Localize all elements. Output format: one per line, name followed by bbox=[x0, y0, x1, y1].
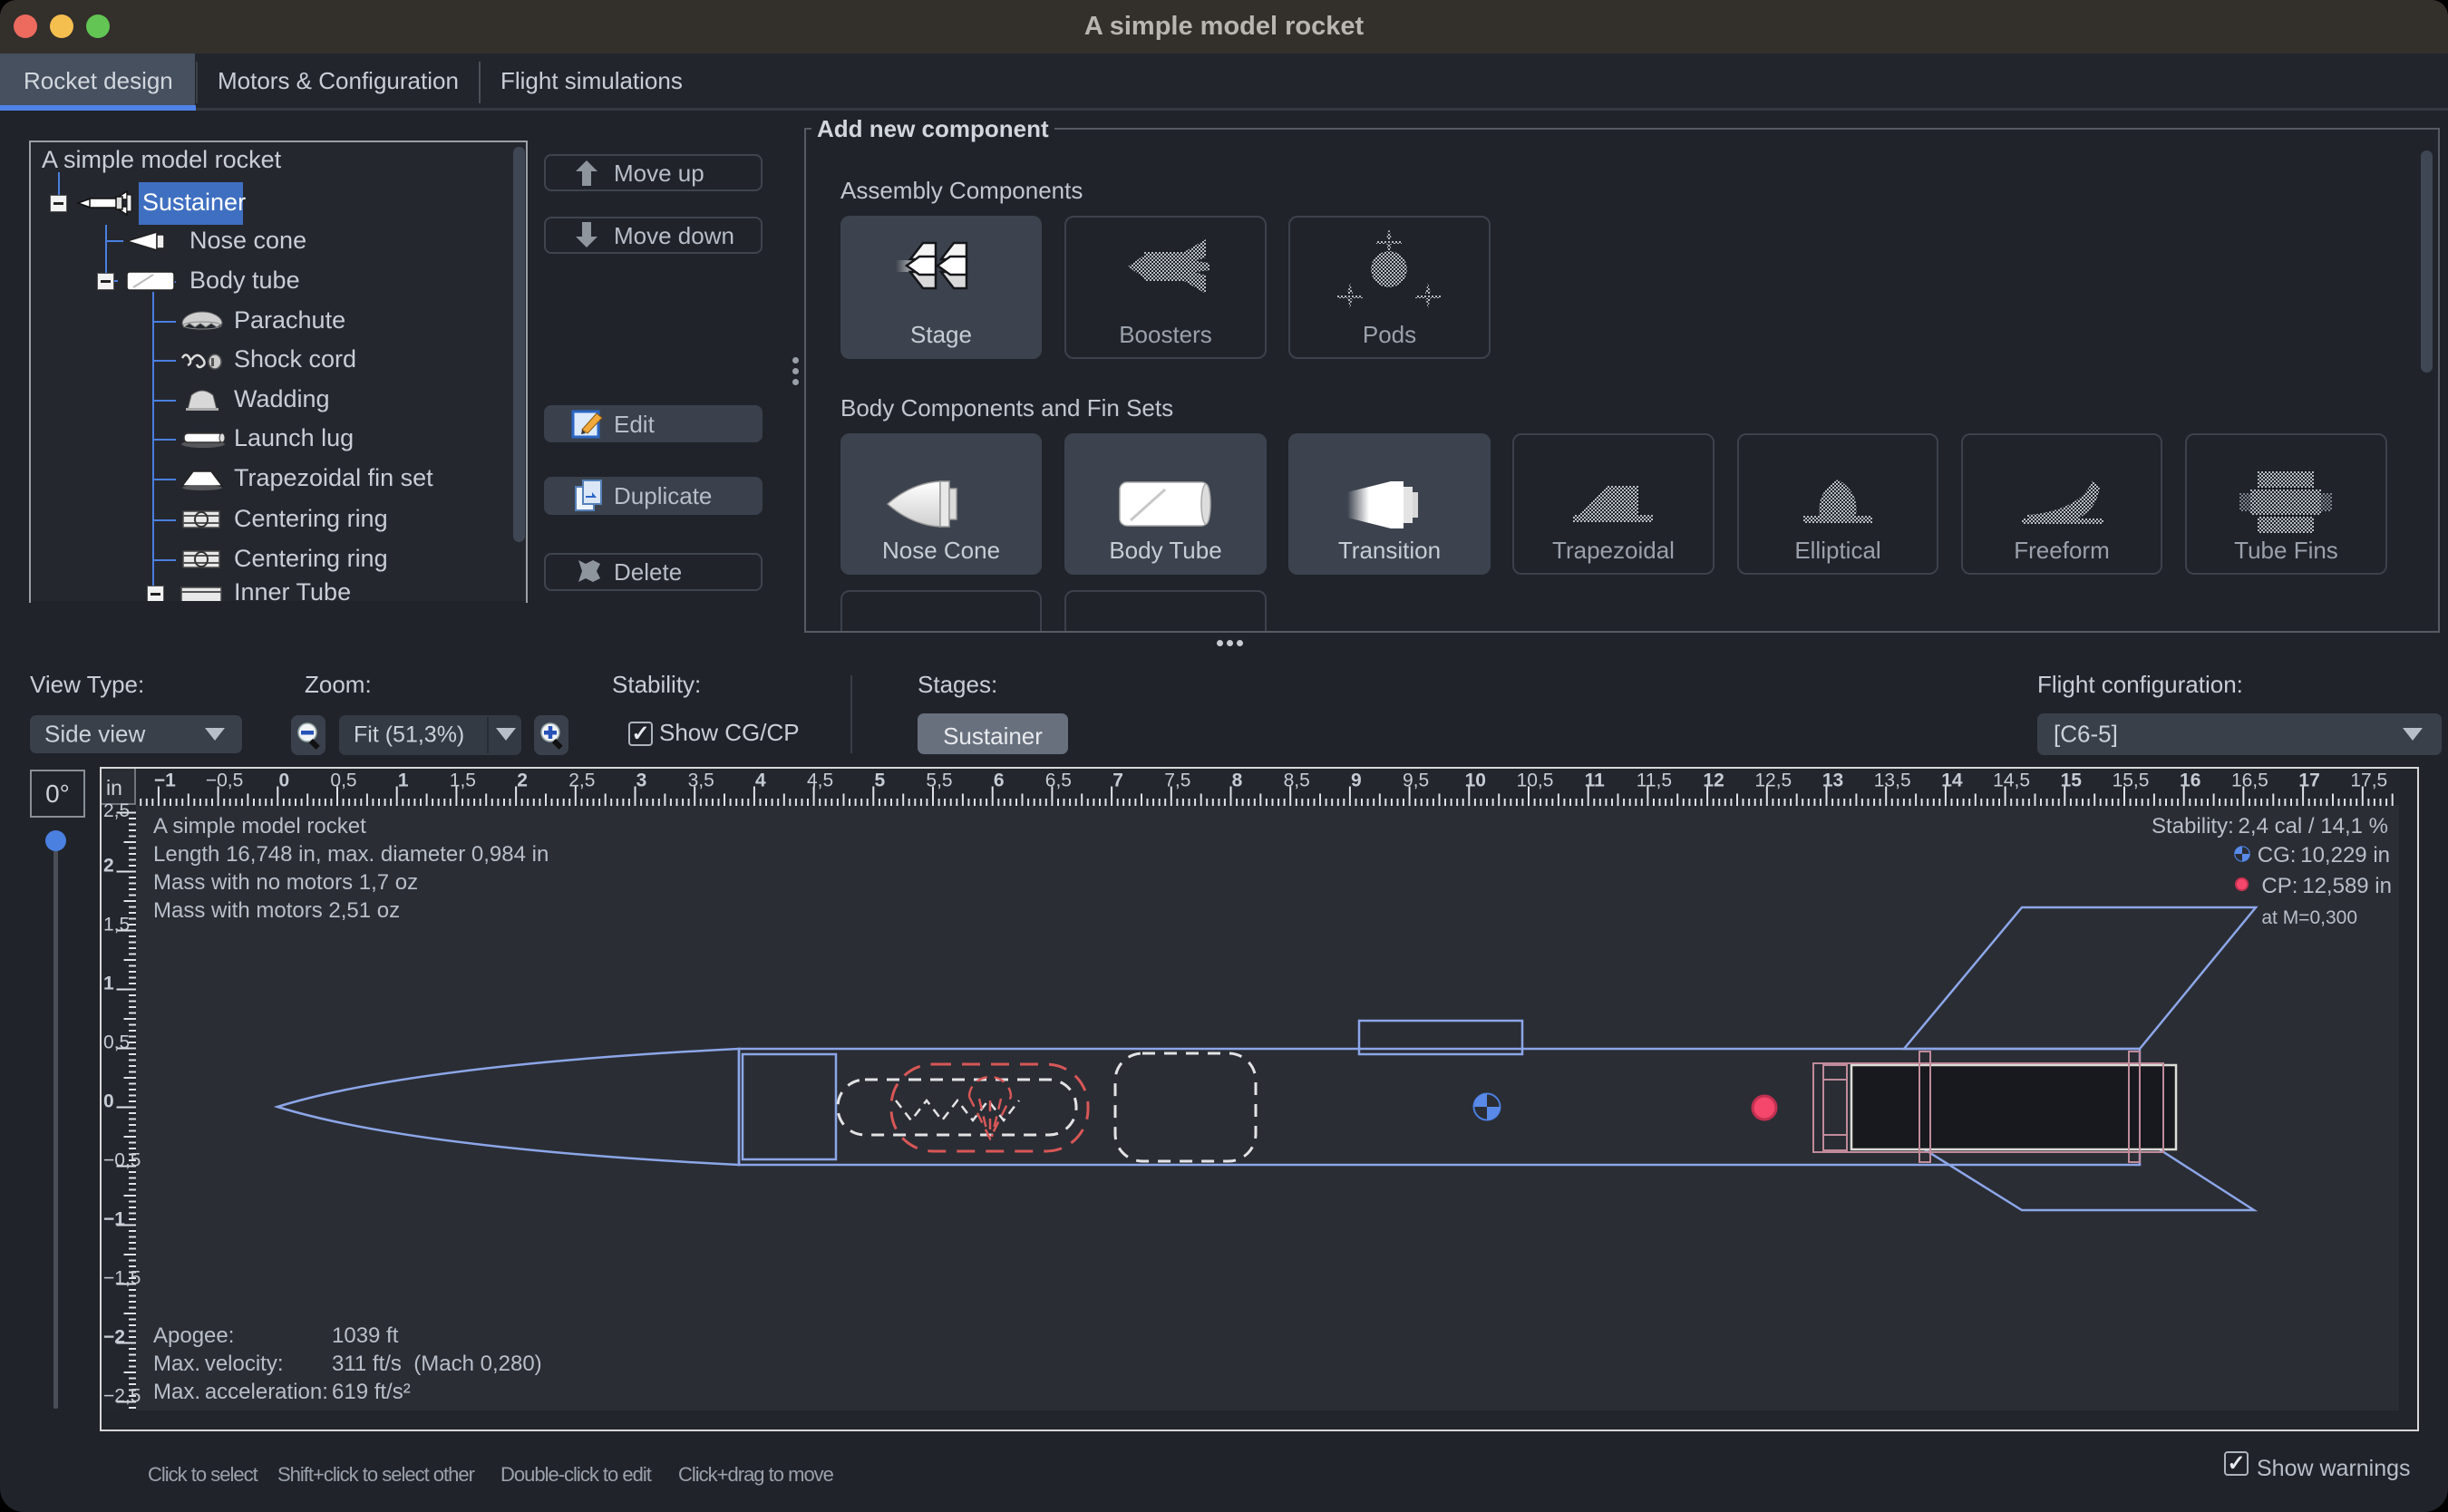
svg-text:−1,5: −1,5 bbox=[103, 1268, 141, 1289]
svg-text:14: 14 bbox=[1941, 771, 1963, 791]
svg-text:−2,5: −2,5 bbox=[103, 1386, 141, 1407]
svg-text:0: 0 bbox=[278, 771, 289, 791]
svg-text:14,5: 14,5 bbox=[1993, 771, 2030, 791]
svg-text:16,5: 16,5 bbox=[2231, 771, 2268, 791]
svg-text:10: 10 bbox=[1465, 771, 1486, 791]
svg-text:2,5: 2,5 bbox=[103, 800, 130, 821]
svg-text:4: 4 bbox=[755, 771, 766, 791]
svg-text:12: 12 bbox=[1703, 771, 1724, 791]
svg-text:8: 8 bbox=[1232, 771, 1243, 791]
svg-text:15,5: 15,5 bbox=[2113, 771, 2150, 791]
svg-text:13: 13 bbox=[1822, 771, 1843, 791]
svg-text:3,5: 3,5 bbox=[688, 771, 714, 791]
svg-text:0: 0 bbox=[103, 1091, 114, 1112]
svg-text:1: 1 bbox=[398, 771, 409, 791]
svg-text:7: 7 bbox=[1112, 771, 1123, 791]
svg-text:−0,5: −0,5 bbox=[103, 1150, 141, 1171]
svg-text:3: 3 bbox=[636, 771, 647, 791]
svg-text:17: 17 bbox=[2298, 771, 2319, 791]
svg-text:11,5: 11,5 bbox=[1637, 771, 1672, 791]
svg-text:−0,5: −0,5 bbox=[206, 771, 243, 791]
svg-text:1: 1 bbox=[103, 974, 114, 994]
svg-text:7,5: 7,5 bbox=[1164, 771, 1190, 791]
svg-text:−1: −1 bbox=[103, 1209, 125, 1230]
svg-text:6,5: 6,5 bbox=[1045, 771, 1072, 791]
svg-text:5,5: 5,5 bbox=[926, 771, 952, 791]
svg-text:8,5: 8,5 bbox=[1284, 771, 1310, 791]
svg-text:4,5: 4,5 bbox=[807, 771, 833, 791]
svg-text:−1: −1 bbox=[154, 771, 176, 791]
svg-text:−2: −2 bbox=[103, 1327, 125, 1348]
svg-text:2: 2 bbox=[517, 771, 528, 791]
svg-text:6: 6 bbox=[994, 771, 1005, 791]
svg-text:16: 16 bbox=[2180, 771, 2200, 791]
svg-text:2,5: 2,5 bbox=[568, 771, 595, 791]
svg-text:1,5: 1,5 bbox=[103, 915, 130, 935]
svg-text:15: 15 bbox=[2061, 771, 2083, 791]
svg-text:0,5: 0,5 bbox=[330, 771, 356, 791]
svg-text:1,5: 1,5 bbox=[450, 771, 476, 791]
svg-text:5: 5 bbox=[874, 771, 885, 791]
svg-text:12,5: 12,5 bbox=[1754, 771, 1792, 791]
svg-text:10,5: 10,5 bbox=[1517, 771, 1554, 791]
svg-text:11: 11 bbox=[1585, 771, 1606, 791]
svg-text:2: 2 bbox=[103, 856, 114, 877]
svg-text:17,5: 17,5 bbox=[2350, 771, 2387, 791]
svg-text:9: 9 bbox=[1351, 771, 1362, 791]
svg-text:0,5: 0,5 bbox=[103, 1032, 130, 1053]
svg-text:13,5: 13,5 bbox=[1874, 771, 1911, 791]
svg-text:9,5: 9,5 bbox=[1403, 771, 1429, 791]
